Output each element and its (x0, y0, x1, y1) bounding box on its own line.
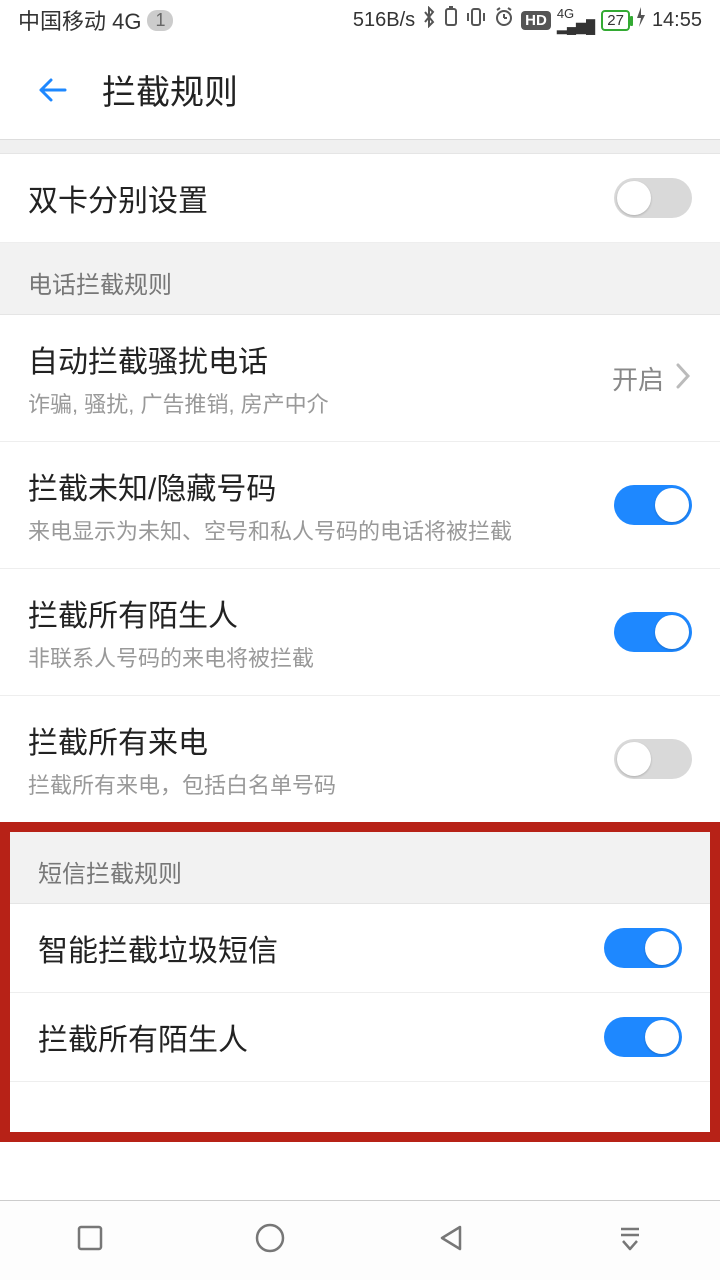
row-subtitle: 来电显示为未知、空号和私人号码的电话将被拦截 (28, 514, 512, 546)
sim-slot-badge: 1 (147, 10, 173, 31)
row-subtitle: 拦截所有来电，包括白名单号码 (28, 768, 336, 800)
battery-level: 27 (601, 10, 630, 31)
row-block-all-calls[interactable]: 拦截所有来电 拦截所有来电，包括白名单号码 (0, 696, 720, 822)
status-left: 中国移动 4G 1 (18, 4, 173, 36)
status-bar: 中国移动 4G 1 516B/s HD 4G▂▄▆█ 27 14:55 (0, 0, 720, 40)
separator-strip (0, 140, 720, 154)
nav-home-button[interactable] (252, 1220, 288, 1261)
section-header-sms: 短信拦截规则 (10, 832, 710, 904)
section-header-phone: 电话拦截规则 (0, 243, 720, 315)
nav-recent-button[interactable] (73, 1221, 107, 1260)
system-nav-bar (0, 1200, 720, 1280)
row-title: 拦截所有陌生人 (28, 591, 314, 635)
bluetooth-icon (421, 6, 437, 34)
back-button[interactable] (28, 65, 78, 115)
nav-back-button[interactable] (434, 1221, 468, 1260)
row-title: 自动拦截骚扰电话 (28, 337, 329, 381)
row-auto-block[interactable]: 自动拦截骚扰电话 诈骗, 骚扰, 广告推销, 房产中介 开启 (0, 315, 720, 442)
row-title: 拦截未知/隐藏号码 (28, 464, 512, 508)
toggle-block-strangers-call[interactable] (614, 612, 692, 652)
app-header: 拦截规则 (0, 40, 720, 140)
toggle-block-all-calls[interactable] (614, 739, 692, 779)
charging-icon (636, 7, 646, 33)
hd-icon: HD (521, 11, 551, 30)
page-title: 拦截规则 (102, 65, 238, 114)
toggle-block-strangers-sms[interactable] (604, 1017, 682, 1057)
vibrate-icon (465, 6, 487, 34)
toggle-smart-block-sms[interactable] (604, 928, 682, 968)
signal-4g-icon: 4G▂▄▆█ (557, 7, 595, 33)
toggle-block-unknown[interactable] (614, 485, 692, 525)
row-title: 智能拦截垃圾短信 (38, 926, 278, 970)
row-block-strangers-call[interactable]: 拦截所有陌生人 非联系人号码的来电将被拦截 (0, 569, 720, 696)
row-title: 拦截所有陌生人 (38, 1015, 248, 1059)
row-block-unknown[interactable]: 拦截未知/隐藏号码 来电显示为未知、空号和私人号码的电话将被拦截 (0, 442, 720, 569)
chevron-right-icon (674, 361, 692, 396)
clock-time: 14:55 (652, 9, 702, 32)
alarm-icon (493, 6, 515, 34)
status-right: 516B/s HD 4G▂▄▆█ 27 14:55 (353, 6, 702, 34)
highlight-sms-section: 短信拦截规则 智能拦截垃圾短信 拦截所有陌生人 (0, 822, 720, 1142)
row-subtitle: 非联系人号码的来电将被拦截 (28, 641, 314, 673)
net-speed: 516B/s (353, 9, 415, 32)
carrier-label: 中国移动 4G (18, 4, 141, 36)
row-title: 双卡分别设置 (28, 176, 208, 220)
row-title: 拦截所有来电 (28, 718, 336, 762)
row-block-strangers-sms[interactable]: 拦截所有陌生人 (10, 993, 710, 1082)
row-smart-block-sms[interactable]: 智能拦截垃圾短信 (10, 904, 710, 993)
row-subtitle: 诈骗, 骚扰, 广告推销, 房产中介 (28, 387, 329, 419)
battery-status-icon (443, 6, 459, 34)
toggle-dual-sim[interactable] (614, 178, 692, 218)
row-dual-sim[interactable]: 双卡分别设置 (0, 154, 720, 243)
arrow-left-icon (35, 72, 71, 108)
nav-downloads-button[interactable] (613, 1221, 647, 1260)
row-value: 开启 (612, 360, 664, 397)
